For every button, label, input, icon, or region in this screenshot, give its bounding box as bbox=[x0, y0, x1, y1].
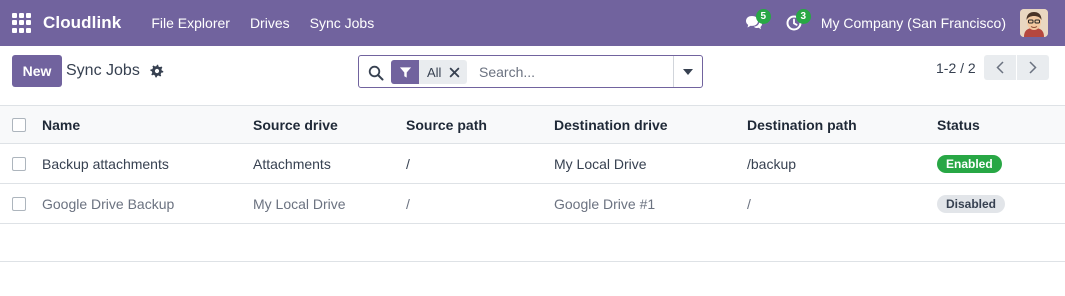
close-icon[interactable] bbox=[449, 60, 467, 84]
menu-item-drives[interactable]: Drives bbox=[240, 15, 300, 31]
systray: 5 3 My Company (San Francisco) bbox=[739, 0, 1065, 46]
cell-source-drive[interactable]: My Local Drive bbox=[253, 184, 346, 223]
avatar-icon bbox=[1020, 9, 1048, 37]
new-button[interactable]: New bbox=[12, 55, 62, 87]
row-checkbox[interactable] bbox=[12, 196, 26, 211]
cell-destination-path[interactable]: /backup bbox=[747, 144, 796, 183]
top-navbar: Cloudlink File Explorer Drives Sync Jobs… bbox=[0, 0, 1065, 46]
sync-jobs-table: Name Source drive Source path Destinatio… bbox=[0, 105, 1065, 262]
cell-status[interactable]: Disabled bbox=[937, 184, 1006, 223]
column-header-name[interactable]: Name bbox=[42, 106, 80, 143]
cell-source-path[interactable]: / bbox=[406, 184, 410, 223]
pager-next-button[interactable] bbox=[1017, 55, 1049, 80]
table-row[interactable]: Google Drive Backup My Local Drive / Goo… bbox=[0, 184, 1065, 224]
chevron-left-icon bbox=[996, 61, 1004, 74]
cell-name[interactable]: Google Drive Backup bbox=[42, 184, 174, 223]
user-avatar[interactable] bbox=[1020, 9, 1048, 37]
main-menu: File Explorer Drives Sync Jobs bbox=[141, 15, 384, 31]
page-title[interactable]: Sync Jobs bbox=[66, 62, 140, 80]
empty-row bbox=[0, 224, 1065, 262]
column-header-destination-path[interactable]: Destination path bbox=[747, 106, 857, 143]
cell-source-drive[interactable]: Attachments bbox=[253, 144, 331, 183]
chevron-right-icon bbox=[1029, 61, 1037, 74]
cell-status[interactable]: Enabled bbox=[937, 144, 1002, 183]
app-brand[interactable]: Cloudlink bbox=[43, 13, 121, 33]
menu-item-file-explorer[interactable]: File Explorer bbox=[141, 15, 240, 31]
cell-destination-drive[interactable]: My Local Drive bbox=[554, 144, 647, 183]
gear-icon[interactable] bbox=[150, 64, 164, 78]
row-checkbox[interactable] bbox=[12, 156, 26, 171]
search-input[interactable] bbox=[479, 61, 669, 83]
cell-destination-path[interactable]: / bbox=[747, 184, 751, 223]
select-all-checkbox[interactable] bbox=[12, 117, 26, 132]
cell-destination-drive[interactable]: Google Drive #1 bbox=[554, 184, 655, 223]
search-facet: All bbox=[391, 60, 468, 84]
menu-item-sync-jobs[interactable]: Sync Jobs bbox=[300, 15, 385, 31]
column-header-source-drive[interactable]: Source drive bbox=[253, 106, 338, 143]
filter-icon bbox=[391, 60, 419, 84]
status-badge: Disabled bbox=[937, 194, 1006, 213]
cell-name[interactable]: Backup attachments bbox=[42, 144, 169, 183]
column-header-status[interactable]: Status bbox=[937, 106, 980, 143]
column-header-source-path[interactable]: Source path bbox=[406, 106, 487, 143]
messages-count-badge: 5 bbox=[755, 9, 771, 24]
apps-menu-icon[interactable] bbox=[12, 13, 32, 33]
activities-count-badge: 3 bbox=[795, 9, 811, 24]
messages-button[interactable]: 5 bbox=[739, 8, 771, 38]
table-header-row: Name Source drive Source path Destinatio… bbox=[0, 105, 1065, 144]
pager-value[interactable]: 1-2 / 2 bbox=[936, 60, 976, 76]
facet-label: All bbox=[427, 64, 442, 80]
company-switcher[interactable]: My Company (San Francisco) bbox=[821, 15, 1006, 31]
pager-previous-button[interactable] bbox=[984, 55, 1016, 80]
activities-button[interactable]: 3 bbox=[779, 8, 811, 38]
search-icon[interactable] bbox=[368, 65, 384, 81]
cell-source-path[interactable]: / bbox=[406, 144, 410, 183]
column-header-destination-drive[interactable]: Destination drive bbox=[554, 106, 668, 143]
status-badge: Enabled bbox=[937, 154, 1002, 173]
caret-down-icon bbox=[683, 68, 693, 75]
search-options-toggle[interactable] bbox=[673, 56, 702, 87]
table-row[interactable]: Backup attachments Attachments / My Loca… bbox=[0, 144, 1065, 184]
search-bar: All bbox=[358, 55, 703, 88]
